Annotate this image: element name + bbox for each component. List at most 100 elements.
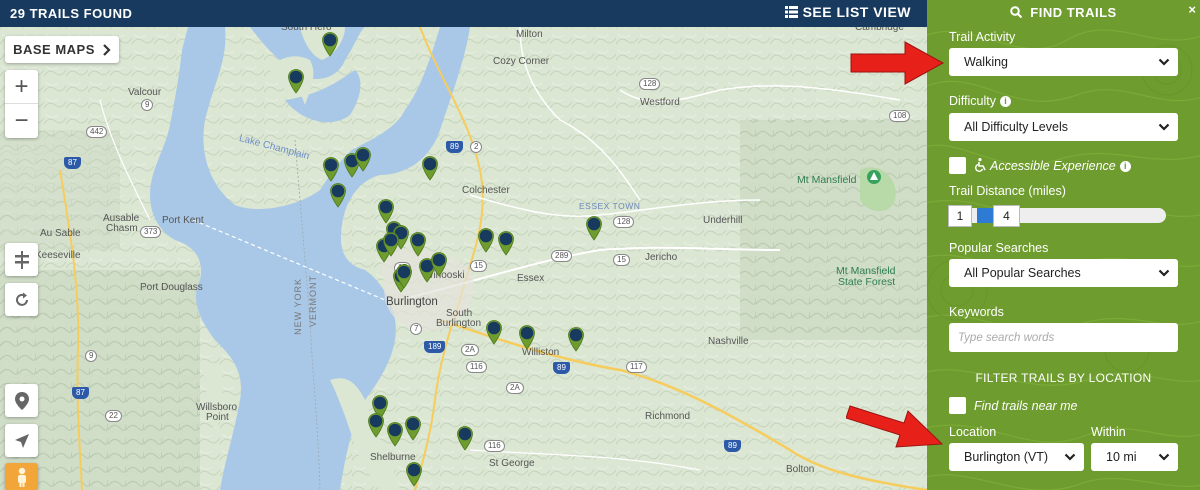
trail-marker-icon[interactable] <box>321 31 339 57</box>
trail-marker-icon[interactable] <box>382 231 400 257</box>
cozy-corner-label: Cozy Corner <box>493 56 550 67</box>
interstate-shield: 89 <box>553 362 570 374</box>
essex-label: Essex <box>517 273 545 284</box>
trail-post-icon <box>14 250 29 269</box>
trail-marker-icon[interactable] <box>585 215 603 241</box>
route-shield: 2A <box>461 344 479 356</box>
willsboro-label-2: Point <box>206 412 229 423</box>
street-view-button[interactable] <box>5 463 38 490</box>
trail-marker-icon[interactable] <box>405 461 423 487</box>
chevron-down-icon <box>1158 453 1170 461</box>
find-trails-title: FIND TRAILS <box>1030 5 1117 20</box>
filter-by-location-heading: FILTER TRAILS BY LOCATION <box>975 371 1152 385</box>
trail-marker-icon[interactable] <box>409 231 427 257</box>
my-location-button[interactable] <box>5 384 38 417</box>
trail-activity-label: Trail Activity <box>949 30 1016 44</box>
difficulty-value: All Difficulty Levels <box>964 120 1068 134</box>
location-label: Location <box>949 425 997 439</box>
keywords-input[interactable]: Type search words <box>949 323 1178 352</box>
trail-marker-icon[interactable] <box>404 415 422 441</box>
interstate-shield: 189 <box>424 341 446 353</box>
trail-marker-icon[interactable] <box>386 421 404 447</box>
trail-marker-icon[interactable] <box>395 263 413 289</box>
difficulty-select[interactable]: All Difficulty Levels <box>949 113 1178 141</box>
keeseville-label: Keeseville <box>35 250 81 261</box>
chevron-down-icon <box>1158 123 1170 131</box>
location-select[interactable]: Burlington (VT) <box>949 443 1084 471</box>
navigate-button[interactable] <box>5 424 38 457</box>
route-shield: 289 <box>551 250 573 262</box>
chevron-down-icon <box>1064 453 1076 461</box>
within-value: 10 mi <box>1106 450 1137 464</box>
trail-marker-icon[interactable] <box>421 155 439 181</box>
trail-activity-value: Walking <box>964 55 1008 69</box>
info-icon[interactable]: i <box>1119 161 1131 172</box>
au-sable-label: Au Sable <box>40 228 81 239</box>
trail-distance-slider[interactable]: 1 4 <box>948 205 1166 227</box>
trail-marker-icon[interactable] <box>477 227 495 253</box>
underhill-label: Underhill <box>703 215 743 226</box>
trail-marker-icon[interactable] <box>430 251 448 277</box>
chevron-down-icon <box>1158 58 1170 66</box>
trail-marker-icon[interactable] <box>485 319 503 345</box>
see-list-view-button[interactable]: SEE LIST VIEW <box>784 4 911 20</box>
interstate-shield: 89 <box>724 440 741 452</box>
essex-town-label: ESSEX TOWN <box>579 201 641 211</box>
close-panel-button[interactable]: × <box>1188 2 1196 17</box>
near-me-label: Find trails near me <box>974 399 1078 413</box>
near-me-checkbox[interactable] <box>949 397 966 414</box>
pegman-icon <box>17 467 26 487</box>
map-layers-button[interactable] <box>5 243 38 276</box>
vermont-label: VERMONT <box>308 275 318 327</box>
trail-marker-icon[interactable] <box>567 326 585 352</box>
route-shield: 373 <box>140 226 162 238</box>
accessible-checkbox[interactable] <box>949 157 966 174</box>
zoom-control: + − <box>5 70 38 138</box>
trail-marker-icon[interactable] <box>497 230 515 256</box>
trails-found-count: 29 TRAILS FOUND <box>10 6 133 21</box>
bolton-label: Bolton <box>786 464 815 475</box>
location-value: Burlington (VT) <box>964 450 1049 464</box>
within-select[interactable]: 10 mi <box>1091 443 1178 471</box>
route-shield: 2A <box>506 382 524 394</box>
search-icon <box>1010 6 1023 19</box>
ausable-chasm-label-2: Chasm <box>106 223 138 234</box>
map-background <box>0 0 927 490</box>
milton-label: Milton <box>516 29 543 40</box>
base-maps-label: BASE MAPS <box>13 42 95 57</box>
trail-marker-icon[interactable] <box>367 412 385 438</box>
annotation-arrow-activity <box>850 41 945 85</box>
within-label: Within <box>1091 425 1126 439</box>
info-icon[interactable]: i <box>1000 96 1012 107</box>
trail-marker-icon[interactable] <box>354 146 372 172</box>
valcour-label: Valcour <box>128 87 162 98</box>
base-maps-button[interactable]: BASE MAPS <box>5 36 119 63</box>
find-trails-header: FIND TRAILS <box>927 5 1200 20</box>
trail-map[interactable]: Lake Champlain Burlington Colchester Ess… <box>0 0 927 490</box>
reset-map-button[interactable] <box>5 283 38 316</box>
trail-marker-icon[interactable] <box>456 425 474 451</box>
list-icon <box>784 6 798 18</box>
trail-marker-icon[interactable] <box>518 324 536 350</box>
trail-activity-select[interactable]: Walking <box>949 48 1178 76</box>
trail-marker-icon[interactable] <box>329 182 347 208</box>
slider-max-handle[interactable]: 4 <box>993 205 1020 227</box>
trail-marker-icon[interactable] <box>287 68 305 94</box>
keywords-placeholder: Type search words <box>958 331 1055 344</box>
jericho-label: Jericho <box>645 252 678 263</box>
popular-searches-select[interactable]: All Popular Searches <box>949 259 1178 287</box>
results-bar: 29 TRAILS FOUND SEE LIST VIEW <box>0 0 927 27</box>
refresh-icon <box>15 292 28 306</box>
annotation-arrow-location <box>846 405 944 448</box>
trail-marker-icon[interactable] <box>322 156 340 182</box>
trail-distance-label: Trail Distance (miles) <box>949 184 1066 198</box>
accessible-label-row: Accessible Experience i <box>975 158 1131 173</box>
zoom-in-button[interactable]: + <box>5 70 38 104</box>
navigation-arrow-icon <box>14 433 29 448</box>
zoom-out-button[interactable]: − <box>5 104 38 138</box>
see-list-view-label: SEE LIST VIEW <box>802 4 911 20</box>
chevron-right-icon <box>103 43 111 56</box>
mt-mansfield-label: Mt Mansfield <box>797 174 857 186</box>
slider-min-handle[interactable]: 1 <box>948 205 972 227</box>
nashville-label: Nashville <box>708 336 749 347</box>
